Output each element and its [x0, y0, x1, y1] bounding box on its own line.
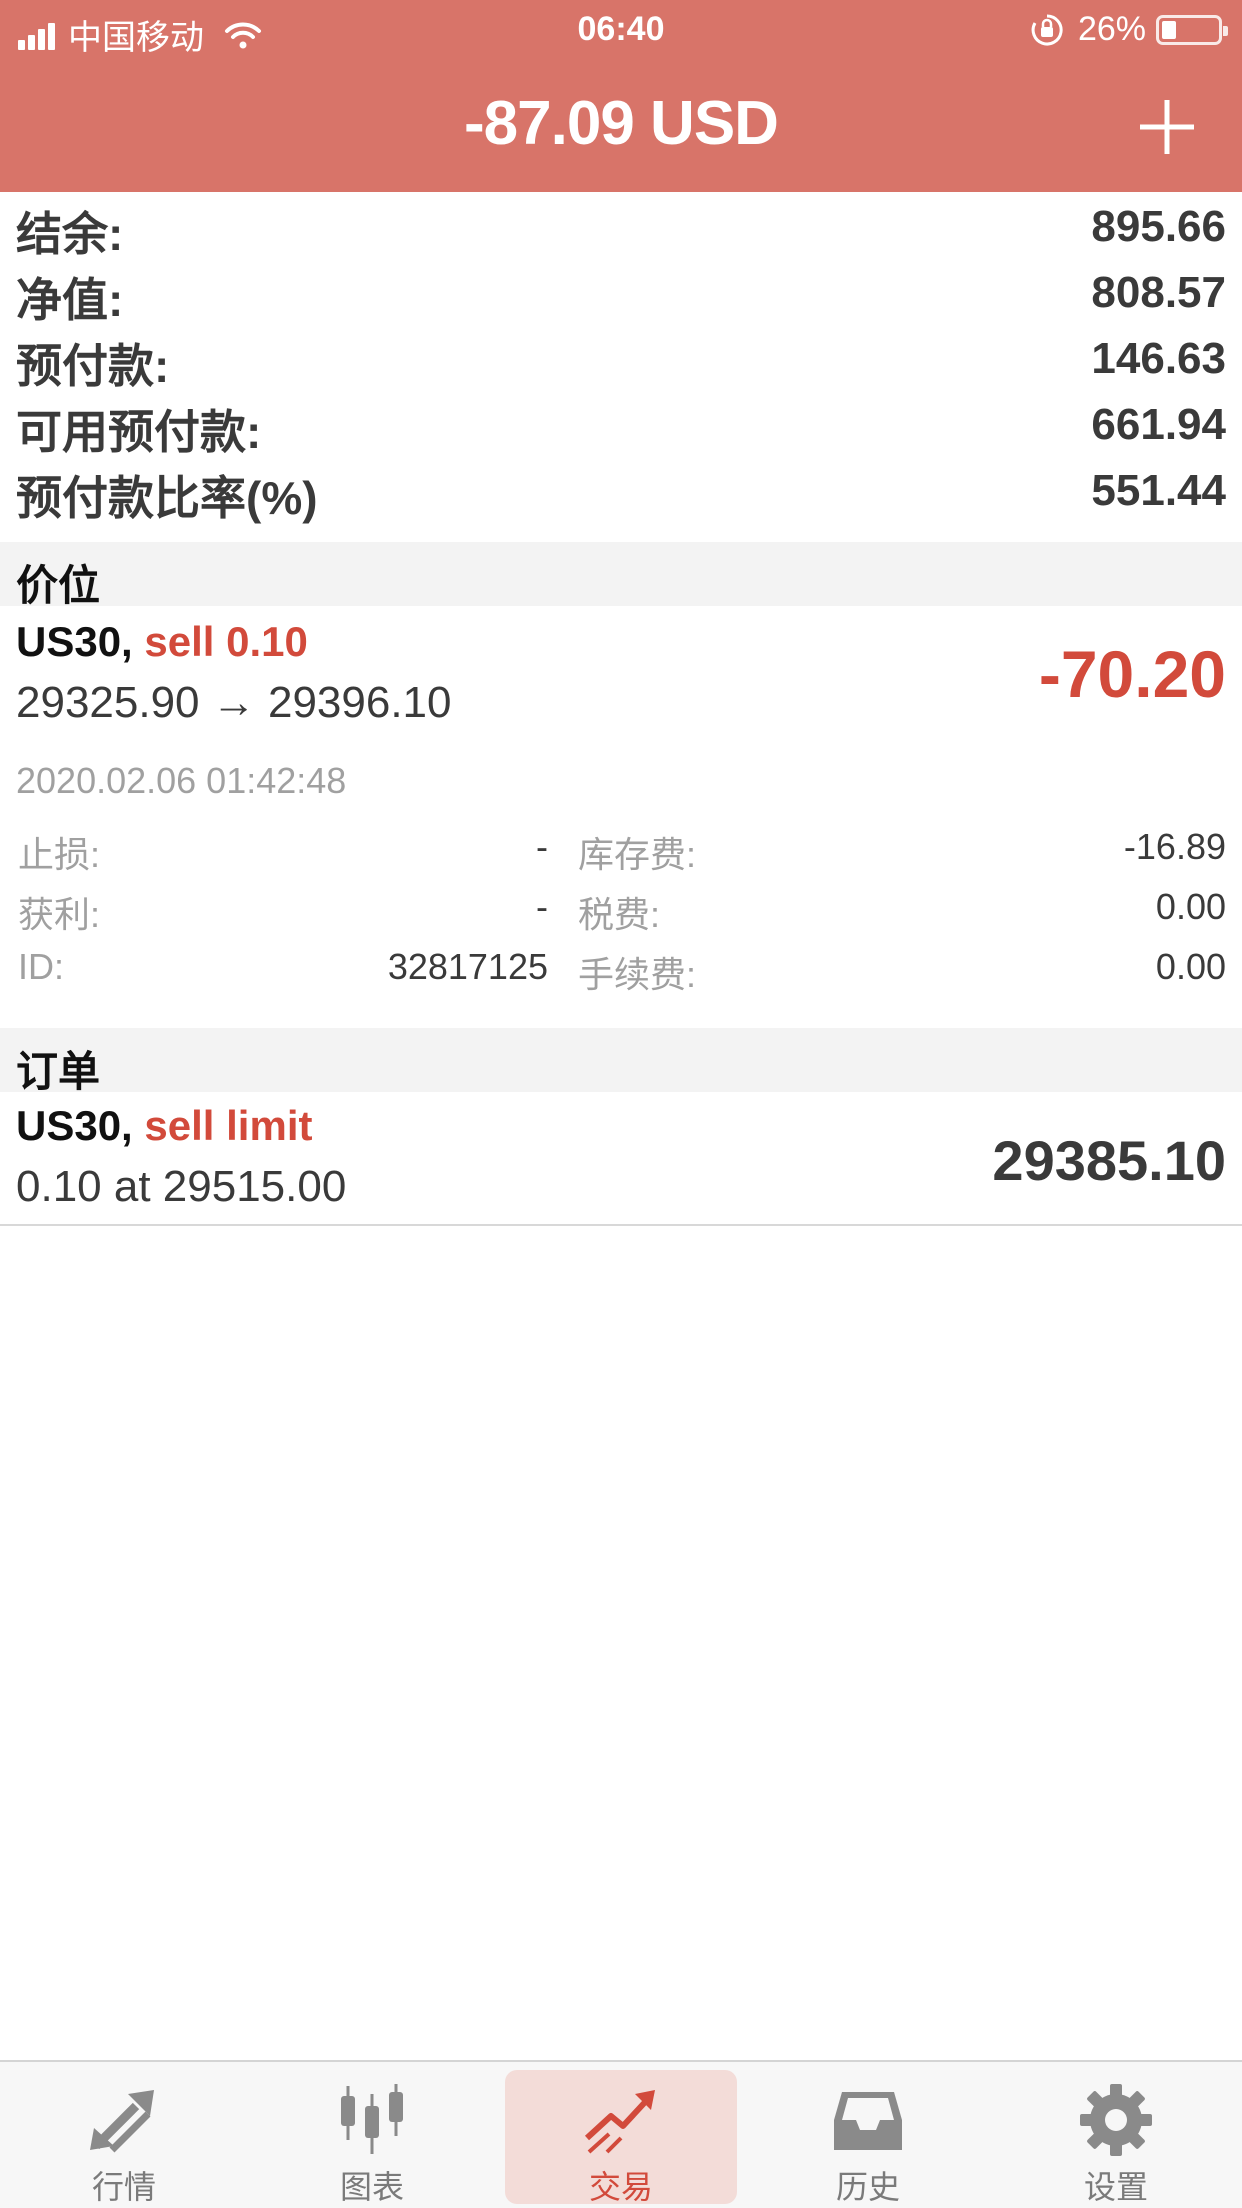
position-title: US30, sell 0.10 [16, 618, 308, 666]
commission-value: 0.00 [1155, 946, 1226, 987]
tab-chart-label: 图表 [339, 2169, 404, 2205]
status-right: 26% [1030, 10, 1228, 49]
tax-label: 税费: [578, 894, 661, 935]
battery-icon [1156, 14, 1228, 45]
id-label: ID: [18, 946, 65, 987]
equity-value: 808.57 [1091, 268, 1226, 317]
orders-section-label: 订单 [16, 1048, 101, 1095]
margin-level-label: 预付款比率(%) [16, 472, 318, 524]
stop-loss-value: - [536, 826, 548, 867]
take-profit-label: 获利: [18, 894, 101, 935]
tax-value: 0.00 [1155, 886, 1226, 927]
header-bar: 中国移动 06:40 26% -87.09 USD [0, 0, 1242, 192]
bottom-tab-bar: 行情 图表 交易 历史 设置 [0, 2060, 1242, 2208]
free-margin-value: 661.94 [1091, 400, 1226, 449]
orders-section-header: 订单 [0, 1028, 1242, 1095]
tab-quotes[interactable]: 行情 [8, 2070, 240, 2205]
order-type: sell limit [144, 1102, 313, 1149]
rotation-lock-icon [1031, 13, 1063, 45]
settings-gear-icon [1080, 2084, 1152, 2156]
order-current-price: 29385.10 [992, 1129, 1226, 1192]
tab-history[interactable]: 历史 [752, 2070, 984, 2205]
quotes-arrows-icon [90, 2090, 154, 2153]
tab-trade[interactable]: 交易 [505, 2070, 737, 2205]
history-inbox-icon [834, 2092, 902, 2150]
account-summary: 结余: 895.66 净值: 808.57 预付款: 146.63 可用预付款:… [0, 192, 1242, 524]
position-symbol: US30, [16, 618, 133, 665]
positions-section-label: 价位 [16, 562, 101, 609]
order-item[interactable]: US30, sell limit 0.10 at 29515.00 29385.… [0, 1092, 1242, 1226]
take-profit-value: - [536, 886, 548, 927]
position-direction: sell 0.10 [144, 618, 308, 665]
swap-value: -16.89 [1123, 826, 1226, 867]
status-bar: 中国移动 06:40 26% [0, 0, 1242, 62]
tab-settings-label: 设置 [1083, 2169, 1148, 2205]
margin-value: 146.63 [1091, 334, 1226, 383]
battery-level [1162, 20, 1176, 39]
equity-row: 净值: 808.57 [0, 258, 1242, 326]
stop-loss-label: 止损: [18, 834, 101, 875]
tab-chart[interactable]: 图表 [256, 2070, 488, 2205]
balance-label: 结余: [16, 208, 124, 260]
margin-label: 预付款: [16, 340, 170, 392]
position-profit: -70.20 [1038, 637, 1226, 711]
position-item[interactable]: US30, sell 0.10 29325.90 → 29396.10 -70.… [0, 606, 1242, 1026]
order-title: US30, sell limit [16, 1102, 312, 1150]
tab-trade-label: 交易 [588, 2169, 653, 2205]
free-margin-row: 可用预付款: 661.94 [0, 390, 1242, 458]
battery-percent: 26% [1077, 10, 1146, 48]
order-symbol: US30, [16, 1102, 133, 1149]
commission-label: 手续费: [578, 954, 697, 995]
free-margin-label: 可用预付款: [16, 406, 262, 458]
position-open-time: 2020.02.06 01:42:48 [16, 760, 347, 801]
margin-level-value: 551.44 [1091, 466, 1226, 515]
plus-icon[interactable] [1132, 92, 1202, 162]
positions-section-header: 价位 [0, 542, 1242, 609]
trade-trend-icon [584, 2090, 655, 2154]
margin-row: 预付款: 146.63 [0, 324, 1242, 392]
id-value: 32817125 [387, 946, 548, 987]
position-prices: 29325.90 → 29396.10 [16, 678, 452, 727]
candlestick-chart-icon [341, 2084, 403, 2154]
swap-label: 库存费: [578, 834, 697, 875]
floating-profit-title: -87.09 USD [464, 89, 779, 158]
order-volume-price: 0.10 at 29515.00 [16, 1162, 347, 1211]
tab-settings[interactable]: 设置 [1000, 2070, 1232, 2205]
tab-history-label: 历史 [835, 2169, 900, 2205]
margin-level-row: 预付款比率(%) 551.44 [0, 456, 1242, 524]
equity-label: 净值: [16, 274, 124, 326]
balance-value: 895.66 [1091, 202, 1226, 251]
balance-row: 结余: 895.66 [0, 192, 1242, 260]
tab-quotes-label: 行情 [91, 2169, 156, 2205]
